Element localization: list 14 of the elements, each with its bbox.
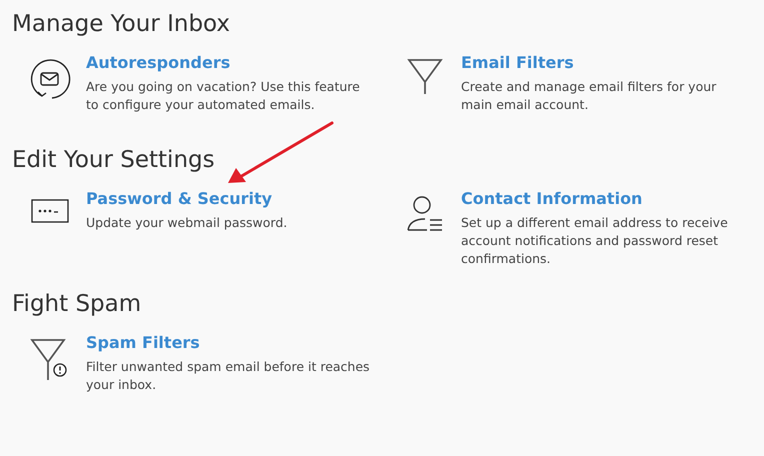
feature-description: Are you going on vacation? Use this feature to configure your automated emails. bbox=[86, 78, 361, 114]
section-heading: Manage Your Inbox bbox=[12, 10, 232, 39]
section-heading: Fight Spam bbox=[12, 290, 142, 319]
feature-link[interactable]: Email Filters bbox=[461, 52, 751, 74]
feature-description: Filter unwanted spam email before it reaches your inbox. bbox=[86, 358, 371, 394]
feature-link[interactable]: Spam Filters bbox=[86, 332, 376, 354]
feature-link[interactable]: Autoresponders bbox=[86, 52, 376, 74]
funnel-icon bbox=[407, 58, 443, 94]
section-heading: Edit Your Settings bbox=[12, 146, 216, 175]
feature-description: Set up a different email address to receive account notifications and password reset confirmations. bbox=[461, 214, 729, 268]
feature-description: Create and manage email filters for your main email account. bbox=[461, 78, 718, 114]
feature-link[interactable]: Contact Information bbox=[461, 188, 751, 210]
feature-link[interactable]: Password & Security bbox=[86, 188, 376, 210]
feature-description: Update your webmail password. bbox=[86, 214, 288, 232]
